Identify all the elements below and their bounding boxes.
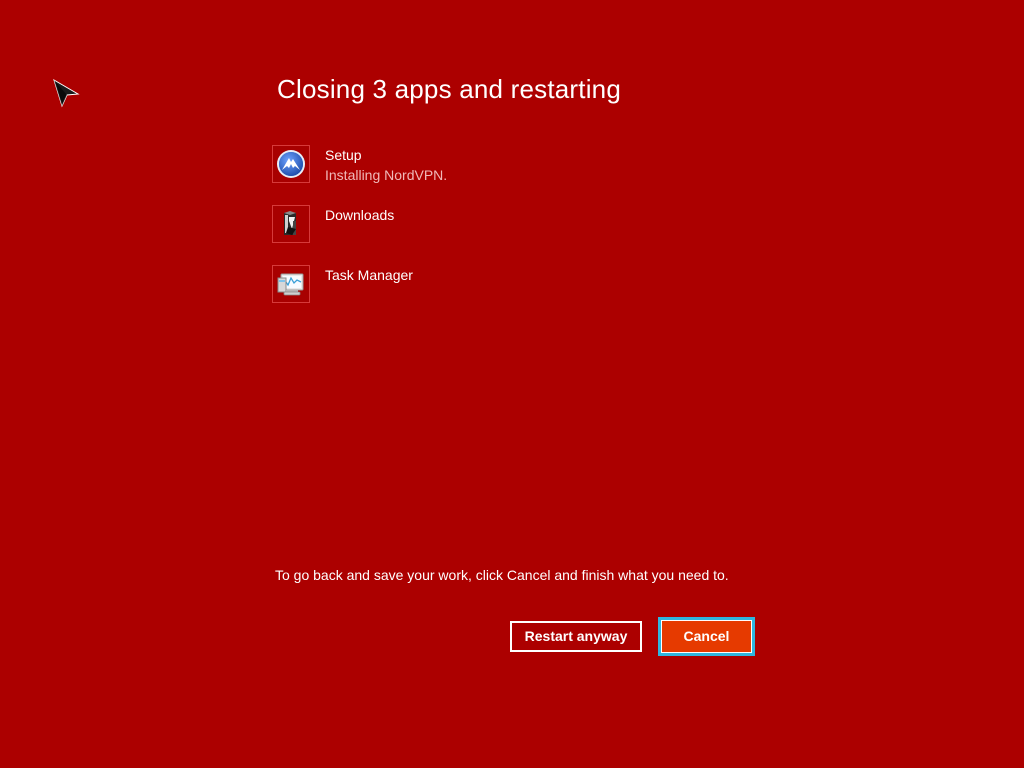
app-name: Setup	[325, 147, 362, 163]
downloads-folder-icon	[272, 205, 310, 243]
restart-anyway-button[interactable]: Restart anyway	[510, 621, 642, 652]
instruction-text: To go back and save your work, click Can…	[275, 567, 729, 583]
cancel-button-focus-ring: Cancel	[658, 617, 755, 656]
nordvpn-icon	[272, 145, 310, 183]
list-item-downloads: Downloads	[272, 205, 772, 245]
page-title: Closing 3 apps and restarting	[277, 74, 622, 104]
task-manager-icon	[272, 265, 310, 303]
app-name: Downloads	[325, 207, 395, 223]
restart-screen: Closing 3 apps and restarting Setup Inst…	[0, 0, 1024, 768]
mouse-pointer-icon	[53, 78, 80, 108]
list-item-task-manager: Task Manager	[272, 265, 772, 305]
cancel-button[interactable]: Cancel	[662, 621, 751, 652]
app-status: Installing NordVPN.	[325, 167, 448, 183]
app-name: Task Manager	[325, 267, 413, 283]
list-item-setup: Setup Installing NordVPN.	[272, 145, 772, 185]
